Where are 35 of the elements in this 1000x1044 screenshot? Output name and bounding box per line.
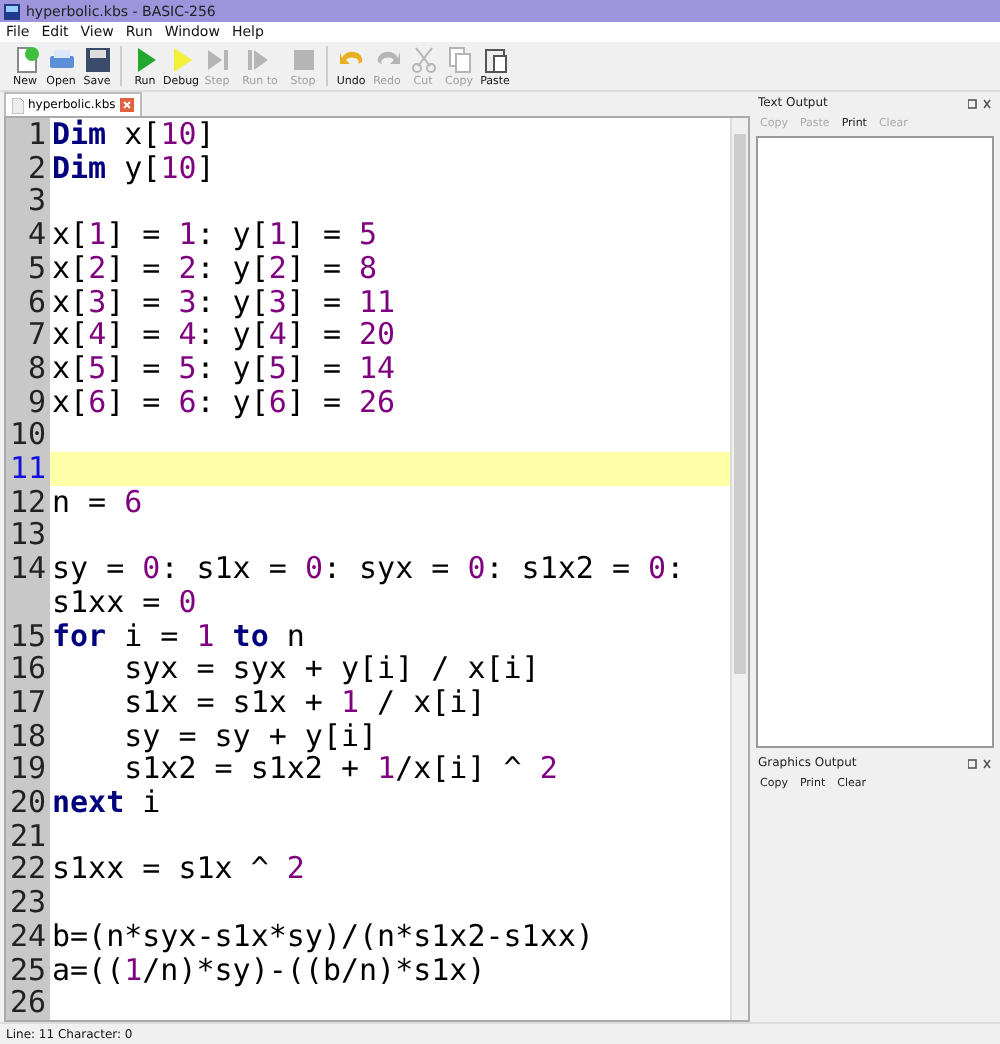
code-line: Dim x[10] bbox=[50, 118, 217, 152]
code-line: next i bbox=[50, 786, 163, 820]
line-number: 25 bbox=[6, 953, 50, 987]
code-line: s1x2 = s1x2 + 1/x[i] ^ 2 bbox=[122, 752, 560, 787]
code-line: x[3] = 3: y[3] = 11 bbox=[50, 285, 398, 319]
code-line: x[6] = 6: y[6] = 26 bbox=[50, 385, 398, 419]
copy-icon bbox=[445, 45, 473, 73]
printer-icon bbox=[47, 45, 75, 73]
line-number: 11 bbox=[6, 452, 50, 486]
file-icon bbox=[12, 97, 24, 113]
code-line: b=(n*syx-s1x*sy)/(n*s1x2-s1xx) bbox=[50, 919, 596, 954]
scissors-icon bbox=[409, 45, 437, 73]
stop-icon bbox=[289, 45, 317, 73]
app-icon bbox=[4, 3, 20, 19]
code-line: x[1] = 1: y[1] = 5 bbox=[50, 218, 380, 252]
float-close-icon[interactable] bbox=[968, 97, 992, 109]
step-icon bbox=[203, 45, 231, 73]
new-file-icon bbox=[11, 45, 39, 73]
code-line: x[5] = 5: y[5] = 14 bbox=[50, 351, 398, 386]
code-line: Dim y[10] bbox=[50, 151, 217, 185]
code-line: x[2] = 2: y[2] = 8 bbox=[50, 251, 380, 286]
code-line: n = 6 bbox=[50, 485, 145, 519]
code-line: for i = 1 to n bbox=[50, 619, 307, 653]
code-editor[interactable] bbox=[4, 116, 750, 1022]
scrollbar[interactable] bbox=[730, 118, 748, 1020]
code-line: x[4] = 4: y[4] = 20 bbox=[50, 318, 398, 352]
code-line: sy = 0: s1x = 0: syx = 0: s1x2 = 0: s1xx = 0 bbox=[50, 552, 687, 620]
clipboard-icon bbox=[481, 45, 509, 73]
float-close-icon[interactable] bbox=[968, 757, 992, 769]
code-line: s1xx = s1x ^ 2 bbox=[50, 852, 307, 887]
code-line: a=((1/n)*sy)-((b/n)*s1x) bbox=[50, 953, 486, 987]
close-icon[interactable] bbox=[119, 98, 134, 112]
code-line: syx = syx + y[i] / x[i] bbox=[122, 652, 542, 686]
code-line: s1x = s1x + 1 / x[i] bbox=[122, 685, 488, 720]
code-line: sy = sy + y[i] bbox=[122, 719, 380, 753]
